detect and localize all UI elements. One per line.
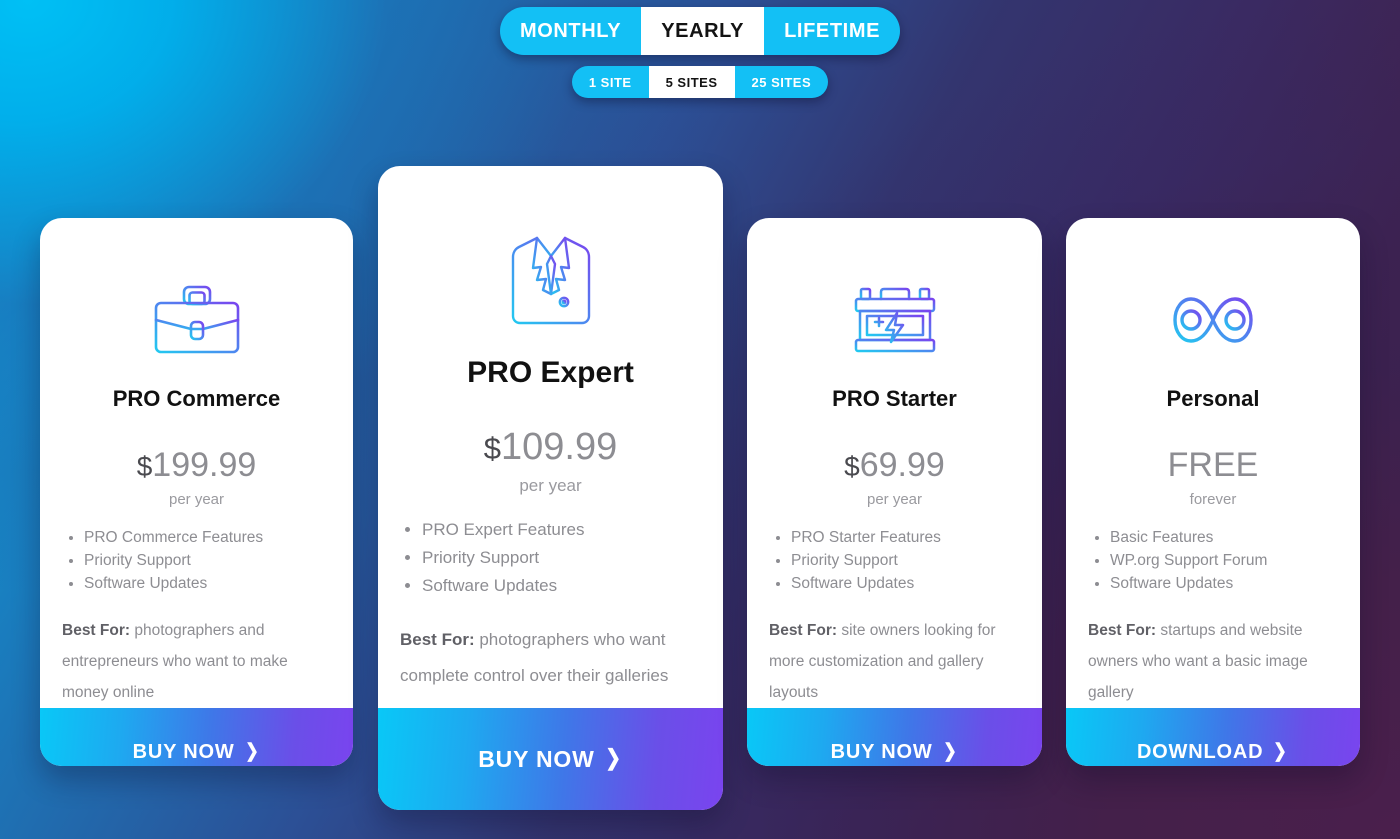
site-option-1-site[interactable]: 1 SITE bbox=[572, 66, 649, 98]
best-for-label: Best For: bbox=[769, 622, 838, 639]
plan-name: PRO Expert bbox=[467, 356, 634, 389]
best-for-text: Best For: photographers who want complet… bbox=[400, 622, 701, 694]
buy-now-button[interactable]: BUY NOW ❯ bbox=[40, 708, 353, 766]
billing-option-monthly[interactable]: MONTHLY bbox=[500, 7, 641, 55]
buy-now-button[interactable]: BUY NOW ❯ bbox=[747, 708, 1042, 766]
list-item: Software Updates bbox=[791, 572, 1020, 595]
feature-list: PRO Starter Features Priority Support So… bbox=[769, 526, 1020, 595]
pricing-card-pro-expert: PRO Expert $109.99 per year PRO Expert F… bbox=[378, 166, 723, 810]
price-currency: $ bbox=[136, 451, 153, 482]
cta-label: BUY NOW bbox=[132, 740, 235, 763]
price-period: forever bbox=[1189, 491, 1237, 508]
chevron-right-icon: ❯ bbox=[1273, 740, 1288, 762]
suit-jacket-icon bbox=[400, 166, 701, 344]
billing-period-toggle[interactable]: MONTHLY YEARLY LIFETIME bbox=[499, 7, 901, 55]
infinity-icon bbox=[1088, 218, 1338, 376]
list-item: WP.org Support Forum bbox=[1110, 549, 1338, 572]
billing-option-lifetime[interactable]: LIFETIME bbox=[764, 7, 900, 55]
list-item: Priority Support bbox=[84, 549, 331, 572]
plan-price: $69.99 bbox=[769, 448, 1020, 482]
site-count-toggle[interactable]: 1 SITE 5 SITES 25 SITES bbox=[571, 66, 829, 98]
list-item: PRO Starter Features bbox=[791, 526, 1020, 549]
card-body: PRO Expert $109.99 per year PRO Expert F… bbox=[378, 166, 723, 708]
battery-icon bbox=[769, 218, 1020, 376]
briefcase-icon bbox=[62, 218, 331, 376]
plan-name: PRO Commerce bbox=[112, 386, 281, 411]
pricing-cards: PRO Commerce $199.99 per year PRO Commer… bbox=[0, 0, 1400, 839]
download-button[interactable]: DOWNLOAD ❯ bbox=[1066, 708, 1360, 766]
plan-price: FREE bbox=[1088, 448, 1338, 482]
chevron-right-icon: ❯ bbox=[605, 745, 622, 771]
plan-name: PRO Starter bbox=[832, 386, 957, 411]
site-option-5-sites[interactable]: 5 SITES bbox=[648, 66, 735, 98]
pricing-toggles: MONTHLY YEARLY LIFETIME 1 SITE 5 SITES 2… bbox=[0, 0, 1400, 98]
price-period: per year bbox=[168, 491, 225, 508]
best-for-text: Best For: photographers and entrepreneur… bbox=[62, 615, 331, 708]
feature-list: Basic Features WP.org Support Forum Soft… bbox=[1088, 526, 1338, 595]
plan-name: Personal bbox=[1166, 386, 1260, 411]
plan-price: $199.99 bbox=[62, 448, 331, 482]
list-item: Software Updates bbox=[422, 572, 701, 600]
card-body: PRO Starter $69.99 per year PRO Starter … bbox=[747, 218, 1042, 708]
pricing-card-pro-starter: PRO Starter $69.99 per year PRO Starter … bbox=[747, 218, 1042, 766]
price-currency: $ bbox=[483, 431, 501, 466]
plan-price: $109.99 bbox=[400, 428, 701, 466]
price-amount: 199.99 bbox=[152, 446, 257, 484]
list-item: Software Updates bbox=[84, 572, 331, 595]
cta-label: DOWNLOAD bbox=[1136, 740, 1264, 763]
best-for-text: Best For: site owners looking for more c… bbox=[769, 615, 1020, 708]
price-amount: 69.99 bbox=[859, 446, 945, 484]
price-amount: 109.99 bbox=[501, 426, 618, 468]
buy-now-button[interactable]: BUY NOW ❯ bbox=[378, 708, 723, 810]
price-amount: FREE bbox=[1167, 446, 1259, 484]
cta-label: BUY NOW bbox=[478, 745, 595, 772]
cta-label: BUY NOW bbox=[830, 740, 933, 763]
feature-list: PRO Commerce Features Priority Support S… bbox=[62, 526, 331, 595]
list-item: Software Updates bbox=[1110, 572, 1338, 595]
list-item: PRO Expert Features bbox=[422, 516, 701, 544]
pricing-card-pro-commerce: PRO Commerce $199.99 per year PRO Commer… bbox=[40, 218, 353, 766]
feature-list: PRO Expert Features Priority Support Sof… bbox=[400, 516, 701, 600]
card-body: PRO Commerce $199.99 per year PRO Commer… bbox=[40, 218, 353, 708]
price-period: per year bbox=[866, 491, 923, 508]
site-option-25-sites[interactable]: 25 SITES bbox=[735, 66, 829, 98]
pricing-card-personal: Personal FREE forever Basic Features WP.… bbox=[1066, 218, 1360, 766]
price-period: per year bbox=[519, 476, 582, 495]
billing-option-yearly[interactable]: YEARLY bbox=[641, 7, 765, 55]
card-body: Personal FREE forever Basic Features WP.… bbox=[1066, 218, 1360, 708]
list-item: Priority Support bbox=[791, 549, 1020, 572]
best-for-label: Best For: bbox=[1088, 622, 1157, 639]
list-item: Basic Features bbox=[1110, 526, 1338, 549]
best-for-label: Best For: bbox=[62, 622, 131, 639]
chevron-right-icon: ❯ bbox=[244, 740, 260, 762]
price-currency: $ bbox=[844, 451, 860, 482]
best-for-text: Best For: startups and website owners wh… bbox=[1088, 615, 1338, 708]
list-item: PRO Commerce Features bbox=[84, 526, 331, 549]
chevron-right-icon: ❯ bbox=[942, 740, 958, 762]
list-item: Priority Support bbox=[422, 544, 701, 572]
best-for-label: Best For: bbox=[400, 630, 475, 649]
